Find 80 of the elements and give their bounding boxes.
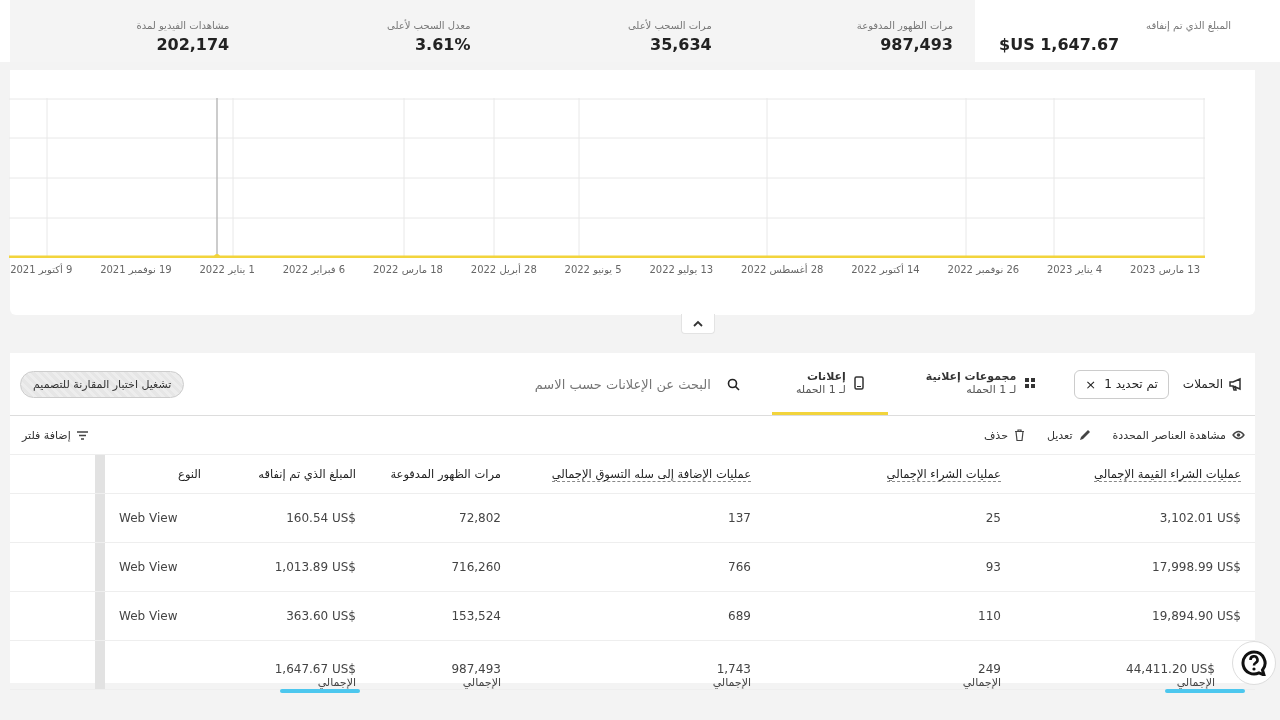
search-field[interactable]: البحث عن الإعلانات حسب الاسم: [461, 375, 758, 393]
table-cell: 93: [985, 560, 1001, 574]
total-label: الإجمالي: [962, 676, 1001, 689]
column-header[interactable]: عمليات الإضافة إلى سله التسوق الإجمالي: [551, 466, 751, 482]
tab[interactable]: مجموعات إعلانية لـ 1 الحمله: [901, 353, 1061, 415]
stat-value: 3.61%: [414, 35, 471, 54]
table-cell: Web View: [119, 560, 178, 574]
tab[interactable]: إعلانات لـ 1 الحمله: [771, 353, 888, 415]
table-cell: 689: [728, 609, 751, 623]
table-cell: 716,260: [451, 560, 501, 574]
stat-label: مرات السحب لأعلى: [627, 21, 712, 31]
table-cell: 160.54 US$: [286, 511, 356, 525]
action-button[interactable]: مشاهدة العناصر المحددة: [1112, 428, 1245, 442]
selection-chip[interactable]: تم تحديد 1 ×: [1074, 369, 1169, 399]
trash-icon: [1013, 429, 1025, 441]
total-value: 1,647.67 US$: [274, 662, 356, 676]
campaigns-tab[interactable]: الحملات: [1182, 377, 1243, 391]
eye-icon: [1232, 430, 1245, 440]
help-icon: [1241, 650, 1267, 676]
search-icon: [726, 377, 740, 391]
axis-label: 4 يناير 2023: [1046, 264, 1103, 275]
collapse-button[interactable]: [680, 314, 715, 334]
column-header[interactable]: مرات الظهور المدفوعة: [390, 467, 501, 481]
chevron-up-icon: [691, 319, 704, 328]
table-cell: 19,894.90 US$: [1152, 609, 1241, 623]
stat-label: مشاهدات الفيديو لمدة: [135, 21, 230, 31]
total-label: الإجمالي: [1176, 676, 1215, 689]
table-cell: 17,998.99 US$: [1152, 560, 1241, 574]
add-filter-button[interactable]: إضافة فلتر: [22, 428, 88, 442]
pencil-icon: [1078, 429, 1091, 441]
phone-icon: [853, 375, 864, 390]
axis-label: 13 يوليو 2022: [649, 264, 714, 275]
action-button[interactable]: تعديل: [1046, 428, 1091, 442]
table-cell: 137: [728, 511, 751, 525]
help-button[interactable]: [1232, 641, 1276, 685]
total-value: 44,411.20 US$: [1126, 662, 1215, 676]
stat-value: 202,174: [155, 35, 230, 54]
axis-label: 28 أبريل 2022: [470, 264, 537, 275]
stat-value: 35,634: [649, 35, 712, 54]
axis-label: 19 نوفمبر 2021: [100, 264, 172, 275]
axis-label: 9 أكتوبر 2021: [10, 264, 73, 275]
total-value: 987,493: [451, 662, 501, 676]
table-cell: 110: [978, 609, 1001, 623]
close-icon[interactable]: ×: [1085, 376, 1097, 392]
axis-label: 18 مارس 2022: [373, 264, 443, 275]
table-cell: Web View: [119, 609, 178, 623]
total-label: الإجمالي: [712, 676, 751, 689]
axis-label: 14 أكتوبر 2022: [851, 264, 920, 275]
axis-label: 26 نوفمبر 2022: [947, 264, 1020, 275]
table-cell: 3,102.01 US$: [1159, 511, 1241, 525]
column-header[interactable]: المبلغ الذي تم إنفاقه: [258, 467, 356, 481]
axis-label: 6 فبراير 2022: [282, 264, 346, 275]
stat-label: مرات الظهور المدفوعة: [855, 21, 953, 31]
table-cell: 766: [728, 560, 751, 574]
total-value: 249: [978, 662, 1001, 676]
grid-icon: [1024, 376, 1037, 389]
megaphone-icon: [1229, 377, 1243, 391]
column-header[interactable]: عمليات الشراء الإجمالي: [886, 466, 1001, 482]
table-cell: 1,013.89 US$: [274, 560, 356, 574]
stat-value: 987,493: [879, 35, 953, 54]
column-header[interactable]: عمليات الشراء القيمة الإجمالي: [1094, 466, 1241, 482]
total-label: الإجمالي: [462, 676, 501, 689]
compare-test-button[interactable]: تشغيل اختبار المقارنة للتصميم: [20, 370, 185, 398]
filter-icon: [76, 430, 88, 440]
table-cell: 72,802: [459, 511, 501, 525]
axis-label: 28 أغسطس 2022: [740, 264, 824, 275]
axis-label: 13 مارس 2023: [1130, 264, 1200, 275]
total-label: الإجمالي: [317, 676, 356, 689]
axis-label: 5 يونيو 2022: [564, 264, 622, 275]
table-cell: 153,524: [451, 609, 501, 623]
stat-label: معدل السحب لأعلى: [386, 21, 471, 31]
axis-label: 1 يناير 2022: [199, 264, 255, 275]
table-cell: 25: [985, 511, 1001, 525]
table-cell: Web View: [119, 511, 178, 525]
column-header[interactable]: النوع: [178, 467, 201, 481]
total-value: 1,743: [716, 662, 751, 676]
stat-value: $US 1,647.67: [999, 35, 1121, 54]
action-button[interactable]: حذف: [983, 428, 1025, 442]
table-cell: 363.60 US$: [286, 609, 356, 623]
stat-label: المبلغ الذي تم إنفاقه: [1145, 21, 1231, 31]
